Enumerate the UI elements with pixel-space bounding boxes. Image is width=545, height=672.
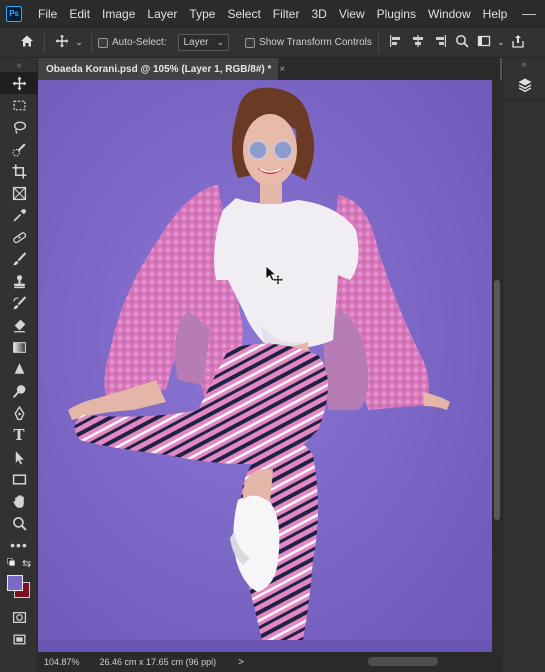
menu-select[interactable]: Select: [221, 7, 266, 21]
align-center-icon[interactable]: [407, 34, 429, 51]
separator: [377, 32, 379, 53]
menu-plugins[interactable]: Plugins: [371, 7, 422, 21]
minimize-icon[interactable]: —: [519, 3, 539, 23]
chevron-down-icon[interactable]: ⌄: [73, 37, 85, 48]
right-panel-dock: «: [502, 58, 545, 672]
quick-mask-icon[interactable]: [0, 606, 38, 628]
workspace-icon[interactable]: [473, 34, 495, 51]
rectangle-tool-icon[interactable]: [0, 468, 38, 490]
marquee-tool-icon[interactable]: [0, 94, 38, 116]
options-bar: ⌄ Auto-Select: Layer ⌄ Show Transform Co…: [0, 27, 545, 58]
more-tools-icon[interactable]: •••: [0, 534, 38, 556]
show-transform-checkbox[interactable]: [245, 37, 256, 48]
canvas-photo: [38, 80, 492, 652]
zoom-tool-icon[interactable]: [0, 512, 38, 534]
screen-mode-icon[interactable]: [0, 628, 38, 650]
eyedropper-tool-icon[interactable]: [0, 204, 38, 226]
path-selection-tool-icon[interactable]: [0, 446, 38, 468]
separator: [44, 32, 45, 53]
pen-tool-icon[interactable]: [0, 402, 38, 424]
align-right-icon[interactable]: [429, 34, 451, 51]
dodge-tool-icon[interactable]: [0, 380, 38, 402]
align-left-icon[interactable]: [385, 34, 407, 51]
default-colors-icon[interactable]: ⇆: [0, 556, 38, 574]
menu-edit[interactable]: Edit: [63, 7, 96, 21]
move-tool-preset-icon[interactable]: [51, 34, 73, 51]
panel-collapse-icon[interactable]: »: [0, 58, 38, 72]
panel-expand-icon[interactable]: «: [503, 58, 545, 70]
foreground-color-swatch[interactable]: [7, 575, 23, 591]
move-tool-icon[interactable]: [0, 72, 38, 94]
menu-layer[interactable]: Layer: [141, 7, 183, 21]
frame-tool-icon[interactable]: [0, 182, 38, 204]
close-tab-icon[interactable]: ×: [279, 64, 285, 75]
hand-tool-icon[interactable]: [0, 490, 38, 512]
photoshop-logo-icon[interactable]: Ps: [6, 5, 22, 22]
lasso-tool-icon[interactable]: [0, 116, 38, 138]
document-size: 26.46 cm x 17.65 cm (96 ppi): [99, 657, 217, 667]
blur-tool-icon[interactable]: [0, 358, 38, 380]
vertical-scroll-thumb[interactable]: [494, 280, 500, 520]
zoom-level[interactable]: 104.87%: [44, 657, 80, 667]
status-expand-icon[interactable]: >: [238, 657, 244, 668]
share-icon[interactable]: [507, 34, 529, 51]
type-tool-icon[interactable]: T: [0, 424, 38, 446]
auto-select-checkbox[interactable]: [98, 37, 108, 48]
chevron-down-icon: ⌄: [216, 37, 225, 47]
menu-filter[interactable]: Filter: [267, 7, 306, 21]
auto-select-dropdown[interactable]: Layer ⌄: [178, 34, 230, 51]
menu-help[interactable]: Help: [477, 7, 514, 21]
menu-image[interactable]: Image: [96, 7, 141, 21]
menu-window[interactable]: Window: [422, 7, 477, 21]
history-brush-tool-icon[interactable]: [0, 292, 38, 314]
home-icon[interactable]: [16, 34, 38, 51]
auto-select-label: Auto-Select:: [112, 37, 167, 48]
color-swatches: [0, 574, 38, 600]
layers-panel-icon[interactable]: [503, 70, 545, 100]
tools-panel: » T ••• ⇆: [0, 58, 38, 672]
menu-3d[interactable]: 3D: [305, 7, 332, 21]
document-canvas[interactable]: [38, 80, 492, 652]
crop-tool-icon[interactable]: [0, 160, 38, 182]
document-tab-title: Obaeda Korani.psd @ 105% (Layer 1, RGB/8…: [46, 63, 272, 75]
menu-bar: Ps File Edit Image Layer Type Select Fil…: [0, 0, 545, 27]
clone-stamp-tool-icon[interactable]: [0, 270, 38, 292]
horizontal-scroll-thumb[interactable]: [368, 657, 438, 666]
document-tab[interactable]: Obaeda Korani.psd @ 105% (Layer 1, RGB/8…: [38, 58, 285, 80]
brush-tool-icon[interactable]: [0, 248, 38, 270]
show-transform-label: Show Transform Controls: [259, 37, 372, 48]
eraser-tool-icon[interactable]: [0, 314, 38, 336]
vertical-scrollbar[interactable]: [492, 80, 502, 652]
auto-select-value: Layer: [183, 37, 209, 48]
document-tab-bar: Obaeda Korani.psd @ 105% (Layer 1, RGB/8…: [38, 58, 500, 80]
status-bar: 104.87% 26.46 cm x 17.65 cm (96 ppi) >: [38, 652, 502, 672]
gradient-tool-icon[interactable]: [0, 336, 38, 358]
menu-view[interactable]: View: [333, 7, 371, 21]
menu-file[interactable]: File: [32, 7, 63, 21]
quick-selection-tool-icon[interactable]: [0, 138, 38, 160]
search-icon[interactable]: [451, 34, 473, 51]
swap-colors-icon[interactable]: ⇆: [22, 557, 31, 570]
healing-brush-tool-icon[interactable]: [0, 226, 38, 248]
separator: [91, 32, 92, 53]
menu-type[interactable]: Type: [183, 7, 221, 21]
chevron-down-icon[interactable]: ⌄: [495, 37, 507, 48]
